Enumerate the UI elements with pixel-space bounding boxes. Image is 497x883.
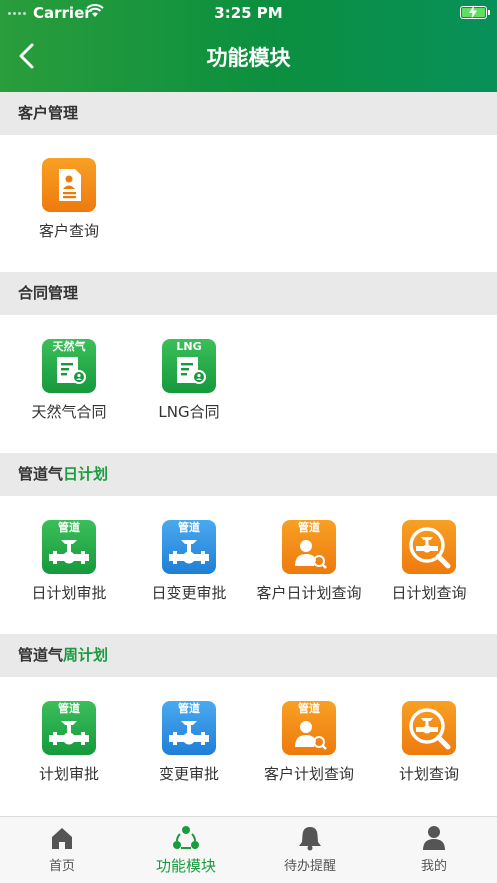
home-icon <box>52 828 72 849</box>
bell-icon <box>299 827 321 851</box>
page-title: 功能模块 <box>206 46 291 70</box>
section-header-daily-plan: 管道气日计划 <box>0 453 497 496</box>
module-change-approval[interactable]: 管道 变更审批 <box>127 701 251 784</box>
battery-icon <box>460 5 490 19</box>
customer-profile-icon <box>42 158 96 212</box>
pipeline-valve-icon: 管道 <box>162 701 216 755</box>
customer-search-icon: 管道 <box>282 520 336 574</box>
section-header-weekly-plan: 管道气周计划 <box>0 634 497 677</box>
tab-home[interactable]: 首页 <box>0 825 124 874</box>
customer-search-icon: 管道 <box>282 701 336 755</box>
module-plan-approval[interactable]: 管道 计划审批 <box>7 701 131 784</box>
pipeline-valve-icon: 管道 <box>42 701 96 755</box>
section-header-customer: 客户管理 <box>0 92 497 135</box>
module-customer-plan-query[interactable]: 管道 客户计划查询 <box>247 701 371 784</box>
magnifier-valve-icon <box>402 701 456 755</box>
lng-contract-icon: LNG <box>162 339 216 393</box>
pipeline-valve-icon: 管道 <box>162 520 216 574</box>
modules-icon <box>173 826 199 849</box>
section-body-contract: 天然气 天然气合同 LNG LNG合同 <box>0 315 497 453</box>
module-customer-query[interactable]: 客户查询 <box>7 158 131 241</box>
tab-mine[interactable]: 我的 <box>372 825 496 874</box>
pipeline-valve-icon: 管道 <box>42 520 96 574</box>
module-lng-contract[interactable]: LNG LNG合同 <box>127 339 251 422</box>
module-plan-query[interactable]: 计划查询 <box>367 701 491 784</box>
nav-header: Carrier 3:25 PM 功能模块 <box>0 0 497 92</box>
module-customer-daily-plan-query[interactable]: 管道 客户日计划查询 <box>247 520 371 603</box>
section-body-daily-plan: 管道 日计划审批 管道 日变更审批 管道 客户日计划查询 日计划查询 <box>0 496 497 634</box>
status-bar: Carrier 3:25 PM <box>0 0 497 26</box>
section-body-weekly-plan: 管道 计划审批 管道 变更审批 管道 客户计划查询 计划查询 <box>0 677 497 816</box>
module-daily-plan-approval[interactable]: 管道 日计划审批 <box>7 520 131 603</box>
magnifier-valve-icon <box>402 520 456 574</box>
tab-bar: 首页 功能模块 待办提醒 我的 <box>0 816 497 883</box>
tab-modules[interactable]: 功能模块 <box>124 825 248 876</box>
module-daily-plan-query[interactable]: 日计划查询 <box>367 520 491 603</box>
section-body-customer: 客户查询 <box>0 135 497 272</box>
module-natural-gas-contract[interactable]: 天然气 天然气合同 <box>7 339 131 422</box>
user-icon <box>423 826 445 850</box>
status-time: 3:25 PM <box>214 4 283 22</box>
tab-todo-reminder[interactable]: 待办提醒 <box>248 825 372 874</box>
section-header-contract: 合同管理 <box>0 272 497 315</box>
natural-gas-contract-icon: 天然气 <box>42 339 96 393</box>
module-daily-change-approval[interactable]: 管道 日变更审批 <box>127 520 251 603</box>
